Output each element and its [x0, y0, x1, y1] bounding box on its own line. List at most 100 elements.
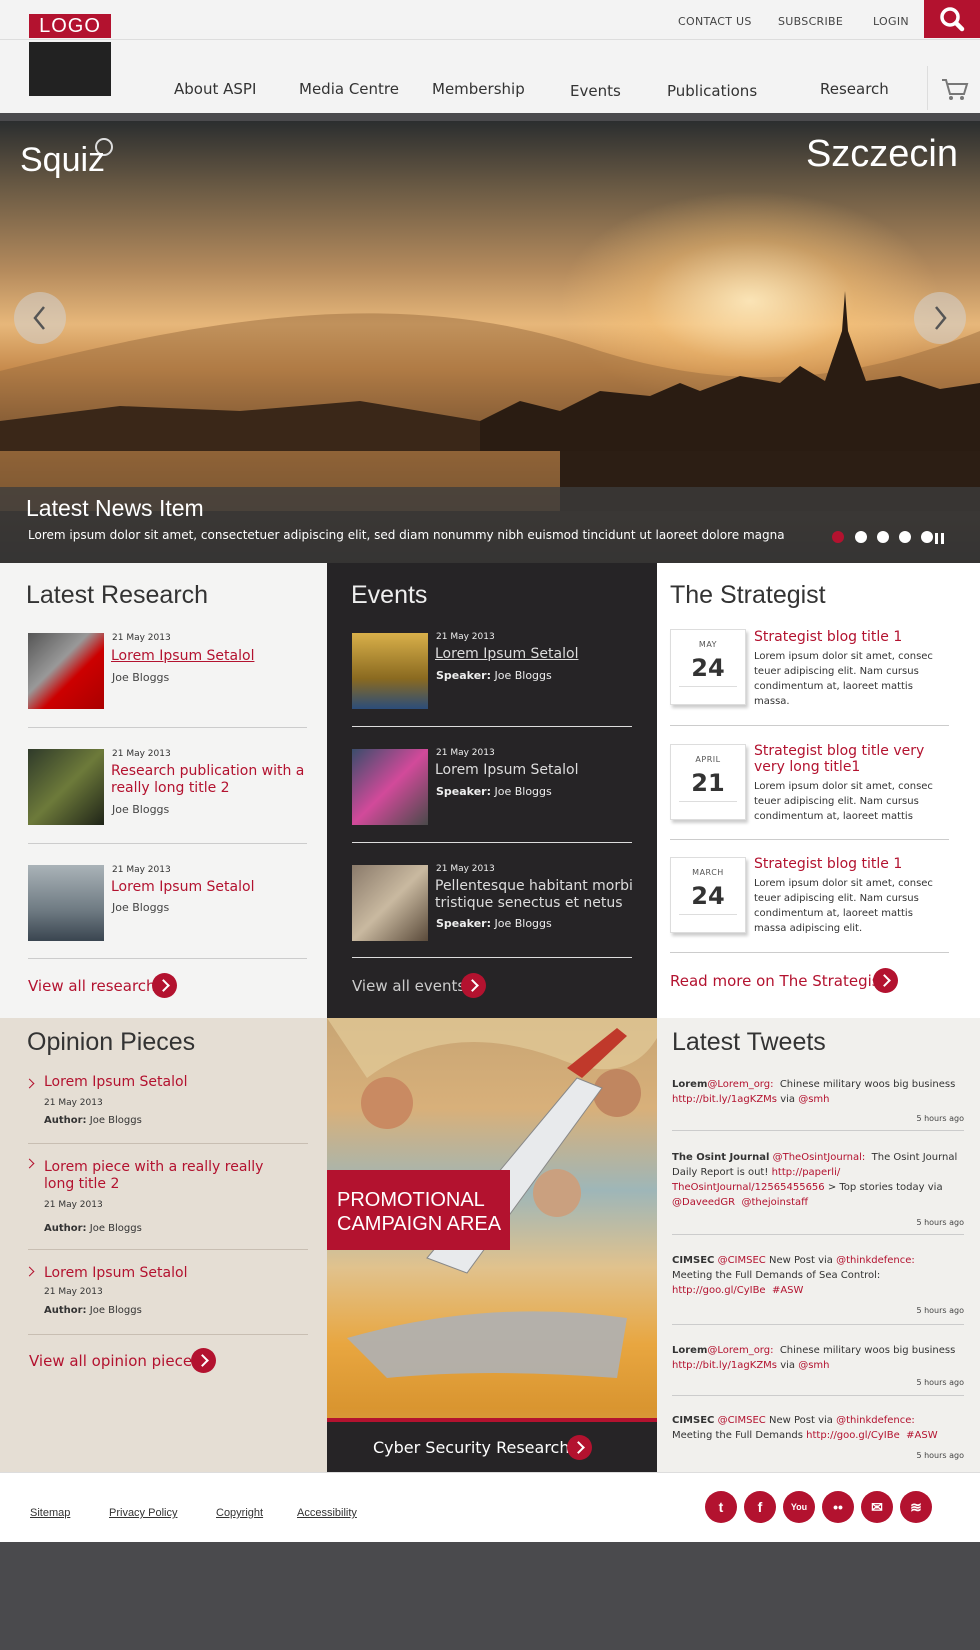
- tweet-link[interactable]: http://bit.ly/1agKZMs: [672, 1094, 777, 1105]
- events-section: Events 21 May 2013 Lorem Ipsum Setalol S…: [327, 563, 657, 1018]
- youtube-icon[interactable]: You: [783, 1491, 815, 1523]
- tweet-link[interactable]: http://goo.gl/CyIBe: [672, 1285, 766, 1296]
- cart-icon: [942, 79, 969, 100]
- arrow-circle-icon[interactable]: [152, 973, 177, 998]
- strategist-section: The Strategist MAY 24 Strategist blog ti…: [657, 563, 980, 1018]
- tweet-handle[interactable]: @Lorem_org:: [707, 1079, 773, 1090]
- top-bar: CONTACT US SUBSCRIBE LOGIN: [0, 0, 980, 40]
- tweet-time: 5 hours ago: [916, 1378, 964, 1387]
- view-all-opinion-link[interactable]: View all opinion pieces: [29, 1352, 200, 1370]
- slider-next-button[interactable]: [914, 292, 966, 344]
- email-icon[interactable]: ✉: [861, 1491, 893, 1523]
- arrow-circle-icon[interactable]: [567, 1435, 592, 1460]
- research-author: Joe Bloggs: [112, 901, 170, 914]
- cart-button[interactable]: [927, 66, 980, 110]
- tweet-handle[interactable]: @CIMSEC: [718, 1415, 766, 1426]
- caption-title[interactable]: Latest News Item: [26, 495, 204, 522]
- promo-cta-bar[interactable]: Cyber Security Research: [327, 1422, 657, 1472]
- slider-pause-button[interactable]: [934, 530, 946, 544]
- site-logo[interactable]: LOGO: [29, 14, 111, 96]
- tweet-mention[interactable]: @smh: [798, 1094, 829, 1105]
- twitter-icon[interactable]: t: [705, 1491, 737, 1523]
- nav-membership[interactable]: Membership: [432, 80, 525, 98]
- opinion-title[interactable]: Lorem Ipsum Setalol: [44, 1265, 187, 1282]
- latest-tweets-section: Latest Tweets Lorem@Lorem_org: Chinese m…: [657, 1018, 980, 1472]
- login-link[interactable]: LOGIN: [873, 15, 909, 28]
- nav-research[interactable]: Research: [820, 80, 889, 98]
- tweet-mention[interactable]: @smh: [798, 1360, 829, 1371]
- site-header: CONTACT US SUBSCRIBE LOGIN LOGO About AS…: [0, 0, 980, 113]
- event-title[interactable]: Pellentesque habitant morbi tristique se…: [435, 878, 635, 912]
- slider-dot[interactable]: [899, 531, 911, 543]
- promo-label: PROMOTIONAL CAMPAIGN AREA: [327, 1170, 510, 1250]
- promotional-campaign-area[interactable]: PROMOTIONAL CAMPAIGN AREA Cyber Security…: [327, 1018, 657, 1472]
- footer-privacy-link[interactable]: Privacy Policy: [109, 1507, 177, 1519]
- tweet-hashtag[interactable]: #ASW: [906, 1430, 937, 1441]
- tweet-mention[interactable]: @thinkdefence:: [836, 1415, 915, 1426]
- opinion-title[interactable]: Lorem Ipsum Setalol: [44, 1074, 187, 1091]
- tweet-mention[interactable]: @thejoinstaff: [741, 1197, 808, 1208]
- tweet-link[interactable]: http://bit.ly/1agKZMs: [672, 1360, 777, 1371]
- event-speaker: Speaker: Joe Bloggs: [436, 917, 552, 930]
- nav-publications[interactable]: Publications: [667, 82, 757, 100]
- research-date: 21 May 2013: [112, 633, 171, 643]
- research-thumb[interactable]: [28, 865, 104, 941]
- read-more-strategist-link[interactable]: Read more on The Strategist: [670, 972, 885, 990]
- facebook-icon[interactable]: f: [744, 1491, 776, 1523]
- nav-about-aspi[interactable]: About ASPI: [174, 80, 256, 98]
- research-title[interactable]: Lorem Ipsum Setalol: [111, 879, 254, 896]
- nav-events[interactable]: Events: [570, 82, 621, 100]
- contact-us-link[interactable]: CONTACT US: [678, 15, 752, 28]
- flickr-icon[interactable]: ••: [822, 1491, 854, 1523]
- chevron-right-icon: [935, 306, 947, 330]
- tweet-handle[interactable]: @Lorem_org:: [707, 1345, 773, 1356]
- event-thumb[interactable]: [352, 633, 428, 709]
- research-title[interactable]: Lorem Ipsum Setalol: [111, 648, 254, 665]
- logo-image: [29, 42, 111, 96]
- footer-sitemap-link[interactable]: Sitemap: [30, 1507, 70, 1519]
- nav-media-centre[interactable]: Media Centre: [299, 80, 399, 98]
- arrow-circle-icon[interactable]: [461, 973, 486, 998]
- search-button[interactable]: [924, 0, 980, 38]
- tweet-hashtag[interactable]: #ASW: [772, 1285, 803, 1296]
- view-all-research-link[interactable]: View all research: [28, 977, 156, 995]
- calendar-date-icon: APRIL 21: [670, 744, 746, 820]
- opinion-author: Author: Joe Bloggs: [44, 1115, 142, 1126]
- event-title[interactable]: Lorem Ipsum Setalol: [435, 762, 578, 779]
- slider-dot[interactable]: [832, 531, 844, 543]
- event-thumb[interactable]: [352, 865, 428, 941]
- arrow-circle-icon[interactable]: [191, 1348, 216, 1373]
- view-all-events-link[interactable]: View all events: [352, 977, 465, 995]
- slider-dot[interactable]: [877, 531, 889, 543]
- strategist-post-title[interactable]: Strategist blog title very very long tit…: [754, 743, 954, 775]
- event-title[interactable]: Lorem Ipsum Setalol: [435, 646, 578, 663]
- footer-copyright-link[interactable]: Copyright: [216, 1507, 263, 1519]
- tweet-handle[interactable]: @TheOsintJournal:: [773, 1152, 866, 1163]
- chevron-left-icon: [33, 306, 45, 330]
- subscribe-link[interactable]: SUBSCRIBE: [778, 15, 843, 28]
- hero-city-label: Szczecin: [805, 133, 958, 175]
- tweet: The Osint Journal @TheOsintJournal: The …: [672, 1152, 958, 1208]
- calendar-date-icon: MAY 24: [670, 629, 746, 705]
- tweet-mention[interactable]: @DaveedGR: [672, 1197, 735, 1208]
- strategist-post-title[interactable]: Strategist blog title 1: [754, 629, 902, 645]
- promo-cta-text[interactable]: Cyber Security Research: [373, 1438, 569, 1457]
- event-speaker: Speaker: Joe Bloggs: [436, 785, 552, 798]
- tweet-handle[interactable]: @CIMSEC: [718, 1255, 766, 1266]
- tweet-mention[interactable]: @thinkdefence:: [836, 1255, 915, 1266]
- strategist-post-title[interactable]: Strategist blog title 1: [754, 856, 902, 872]
- slider-dot[interactable]: [921, 531, 933, 543]
- research-thumb[interactable]: [28, 633, 104, 709]
- research-thumb[interactable]: [28, 749, 104, 825]
- arrow-circle-icon[interactable]: [873, 968, 898, 993]
- opinion-title[interactable]: Lorem piece with a really really long ti…: [44, 1159, 264, 1193]
- tweets-heading: Latest Tweets: [672, 1028, 826, 1056]
- event-thumb[interactable]: [352, 749, 428, 825]
- rss-icon[interactable]: ≋: [900, 1491, 932, 1523]
- opinion-pieces-section: Opinion Pieces Lorem Ipsum Setalol 21 Ma…: [0, 1018, 327, 1472]
- slider-dot[interactable]: [855, 531, 867, 543]
- research-title[interactable]: Research publication with a really long …: [111, 763, 311, 797]
- slider-prev-button[interactable]: [14, 292, 66, 344]
- tweet-link[interactable]: http://goo.gl/CyIBe: [806, 1430, 900, 1441]
- footer-accessibility-link[interactable]: Accessibility: [297, 1507, 357, 1519]
